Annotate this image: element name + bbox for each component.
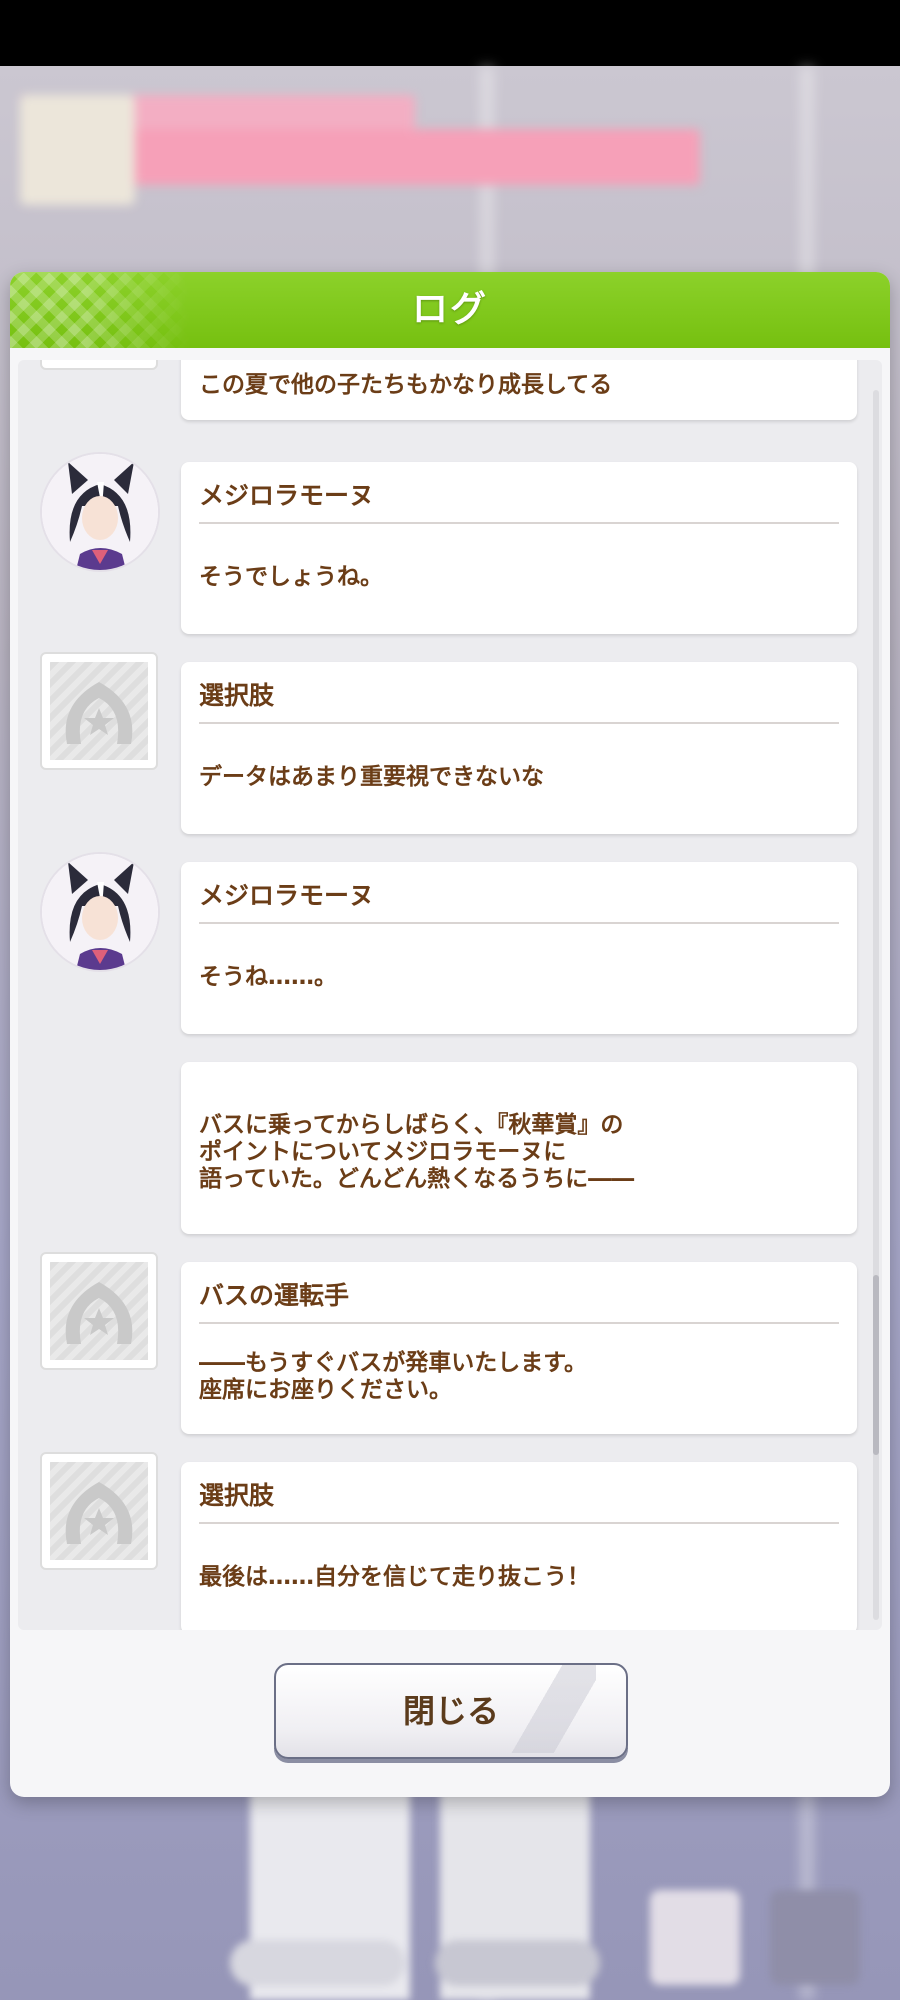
log-card: この夏で他の子たちもかなり成長してる [181, 360, 857, 420]
log-card: メジロラモーヌ そうでしょうね。 [181, 462, 857, 634]
blurred-event-banner [0, 95, 710, 205]
avatar [40, 452, 160, 572]
dialog-title: ログ [411, 289, 488, 330]
speaker-name: バスの運転手 [199, 1281, 350, 1310]
log-scrollbar[interactable] [873, 390, 879, 1620]
divider [199, 722, 839, 724]
close-button[interactable]: 閉じる [274, 1663, 628, 1759]
log-text: この夏で他の子たちもかなり成長してる [199, 372, 613, 398]
speaker-name: メジロラモーヌ [199, 881, 375, 910]
placeholder-avatar-icon [40, 652, 158, 770]
avatar [40, 852, 160, 972]
log-entry: メジロラモーヌ そうね……。 [18, 832, 882, 1034]
status-bar [0, 0, 900, 66]
divider [199, 922, 839, 924]
log-entry: 選択肢 データはあまり重要視できないな [18, 632, 882, 834]
speaker-name: 選択肢 [199, 1481, 275, 1510]
log-text: 最後は……自分を信じて走り抜こう！ [199, 1564, 590, 1590]
log-entry: メジロラモーヌ そうでしょうね。 [18, 432, 882, 634]
log-card: メジロラモーヌ そうね……。 [181, 862, 857, 1034]
blurred-bottom-controls [0, 1790, 900, 2000]
close-button-label: 閉じる [402, 1692, 499, 1730]
log-text: データはあまり重要視できないな [199, 764, 544, 790]
speaker-name: メジロラモーヌ [199, 481, 375, 510]
log-entry: バスに乗ってからしばらく、『秋華賞』の ポイントについてメジロラモーヌに 語って… [18, 1032, 882, 1234]
placeholder-avatar-icon [40, 1452, 158, 1570]
placeholder-avatar-icon [40, 1252, 158, 1370]
log-card: バスの運転手 ――もうすぐバスが発車いたします。 座席にお座りください。 [181, 1262, 857, 1434]
log-dialog: ログ この夏で他の子たちもかなり成長してる メジロラモーヌ そうでしょうね。 選… [10, 272, 890, 1797]
speaker-name: 選択肢 [199, 681, 275, 710]
log-scroll-area[interactable]: この夏で他の子たちもかなり成長してる メジロラモーヌ そうでしょうね。 選択肢 … [18, 360, 882, 1630]
log-list: この夏で他の子たちもかなり成長してる メジロラモーヌ そうでしょうね。 選択肢 … [18, 360, 882, 1630]
avatar [40, 360, 158, 370]
log-card: 選択肢 最後は……自分を信じて走り抜こう！ [181, 1462, 857, 1630]
log-entry: 選択肢 最後は……自分を信じて走り抜こう！ [18, 1432, 882, 1630]
log-entry: この夏で他の子たちもかなり成長してる [18, 360, 882, 432]
character-avatar-icon [40, 452, 160, 572]
log-entry: バスの運転手 ――もうすぐバスが発車いたします。 座席にお座りください。 [18, 1232, 882, 1434]
avatar [40, 1452, 158, 1570]
log-card: 選択肢 データはあまり重要視できないな [181, 662, 857, 834]
avatar [40, 1252, 158, 1370]
placeholder-avatar-icon [40, 360, 158, 370]
dialog-header: ログ [10, 272, 890, 348]
log-text: そうね……。 [199, 964, 337, 990]
divider [199, 1322, 839, 1324]
scrollbar-thumb[interactable] [873, 1275, 879, 1455]
log-text: バスに乗ってからしばらく、『秋華賞』の ポイントについてメジロラモーヌに 語って… [199, 1112, 635, 1192]
divider [199, 522, 839, 524]
log-text: そうでしょうね。 [199, 564, 383, 590]
character-avatar-icon [40, 852, 160, 972]
avatar [40, 652, 158, 770]
log-text: ――もうすぐバスが発車いたします。 座席にお座りください。 [199, 1350, 588, 1403]
divider [199, 1522, 839, 1524]
log-card: バスに乗ってからしばらく、『秋華賞』の ポイントについてメジロラモーヌに 語って… [181, 1062, 857, 1234]
